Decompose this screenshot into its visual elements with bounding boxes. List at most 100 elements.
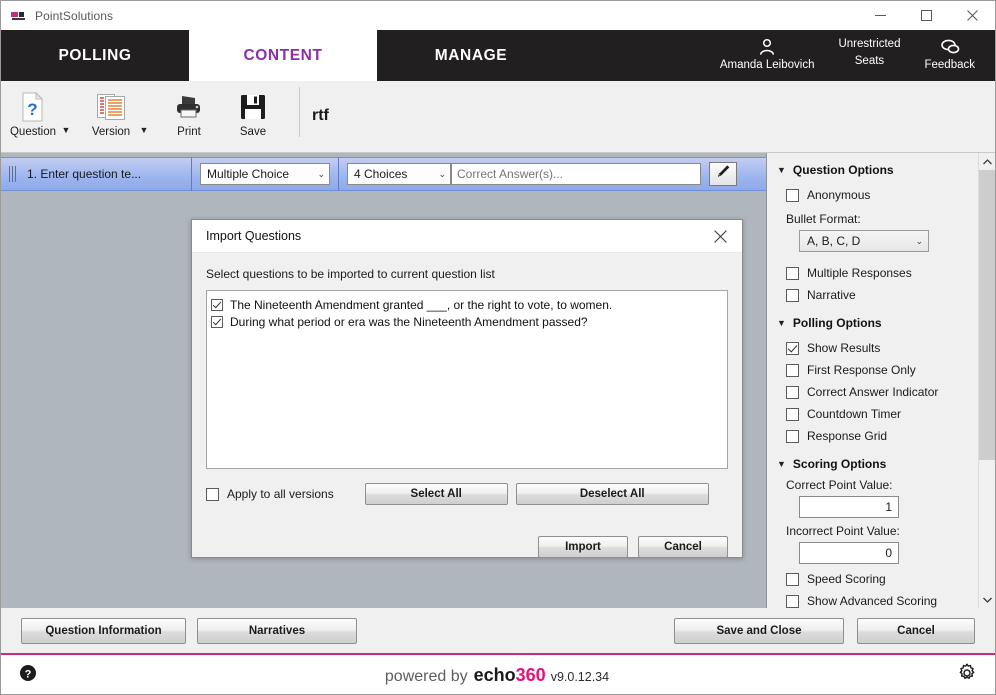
dialog-cancel-button[interactable]: Cancel (638, 536, 728, 558)
dialog-body: Select questions to be imported to curre… (192, 253, 742, 558)
drag-handle-icon[interactable] (1, 166, 23, 182)
option-narrative[interactable]: Narrative (777, 284, 977, 306)
question-type-select[interactable]: Multiple Choice ⌄ (200, 163, 330, 185)
option-correct-answer-indicator[interactable]: Correct Answer Indicator (777, 381, 977, 403)
version-button[interactable]: Version (79, 81, 143, 143)
ribbon-group-question: ? Question ▼ (1, 81, 79, 153)
correct-point-value-input[interactable]: 1 (799, 496, 899, 518)
checkbox-show-advanced-scoring[interactable] (786, 595, 799, 608)
bullet-format-select[interactable]: A, B, C, D ⌄ (799, 230, 929, 252)
option-label: Correct Answer Indicator (807, 385, 938, 399)
group-header-question-options[interactable]: ▼ Question Options (777, 163, 977, 177)
list-item[interactable]: During what period or era was the Ninete… (211, 313, 723, 330)
choices-count-select[interactable]: 4 Choices ⌄ (347, 163, 451, 185)
option-speed-scoring[interactable]: Speed Scoring (777, 568, 977, 590)
feedback-button[interactable]: Feedback (912, 30, 987, 72)
seats-indicator[interactable]: Unrestricted Seats (826, 30, 912, 70)
option-response-grid[interactable]: Response Grid (777, 425, 977, 447)
title-bar: PointSolutions (1, 1, 995, 30)
checkbox-import-question-2[interactable] (211, 316, 223, 328)
close-button[interactable] (949, 1, 995, 30)
chevron-down-icon: ⌄ (309, 169, 325, 180)
gear-icon[interactable] (957, 663, 977, 688)
deselect-all-button[interactable]: Deselect All (516, 483, 709, 505)
import-questions-dialog: Import Questions Select questions to be … (191, 219, 743, 558)
option-label: Speed Scoring (807, 572, 886, 586)
save-and-close-button[interactable]: Save and Close (674, 618, 844, 644)
feedback-bubbles-icon (940, 35, 960, 58)
save-button-label: Save (240, 125, 266, 139)
pointsolutions-logo-icon (11, 8, 27, 24)
triangle-down-icon: ▼ (777, 165, 786, 175)
checkbox-speed-scoring[interactable] (786, 573, 799, 586)
tab-manage[interactable]: MANAGE (377, 30, 565, 81)
version-button-label: Version (92, 125, 130, 139)
option-label: Anonymous (807, 188, 870, 202)
narratives-button[interactable]: Narratives (197, 618, 357, 644)
scroll-down-button[interactable] (979, 591, 995, 608)
choices-count-value: 4 Choices (354, 167, 407, 181)
option-label: First Response Only (807, 363, 916, 377)
tab-polling[interactable]: POLLING (1, 30, 189, 81)
question-document-icon: ? (20, 89, 46, 125)
select-all-button[interactable]: Select All (365, 483, 508, 505)
question-dropdown-caret-icon[interactable]: ▼ (59, 125, 73, 135)
apply-to-all-versions-label: Apply to all versions (227, 487, 334, 501)
question-information-button[interactable]: Question Information (21, 618, 186, 644)
dialog-close-button[interactable] (698, 220, 742, 253)
checkbox-correct-answer-indicator[interactable] (786, 386, 799, 399)
group-header-polling-options[interactable]: ▼ Polling Options (777, 316, 977, 330)
correct-answer-input[interactable] (451, 163, 701, 185)
printer-icon (173, 89, 205, 125)
scroll-up-button[interactable] (979, 153, 995, 170)
option-countdown-timer[interactable]: Countdown Timer (777, 403, 977, 425)
option-anonymous[interactable]: Anonymous (777, 184, 977, 206)
checkbox-import-question-1[interactable] (211, 299, 223, 311)
apply-to-all-versions-option[interactable]: Apply to all versions (206, 487, 334, 501)
seats-line2: Seats (855, 53, 884, 70)
ribbon-separator (299, 87, 300, 137)
question-title: 1. Enter question te... (23, 167, 191, 181)
option-label: Narrative (807, 288, 856, 302)
option-show-results[interactable]: Show Results (777, 337, 977, 359)
question-checklist[interactable]: The Nineteenth Amendment granted ___, or… (206, 290, 728, 469)
option-label: Show Advanced Scoring (807, 594, 937, 608)
checkbox-apply-to-all-versions[interactable] (206, 488, 219, 501)
triangle-down-icon: ▼ (777, 318, 786, 328)
edit-question-button[interactable] (709, 162, 737, 186)
checkbox-narrative[interactable] (786, 289, 799, 302)
group-title-label: Question Options (793, 163, 894, 177)
checkbox-anonymous[interactable] (786, 189, 799, 202)
scrollbar-thumb[interactable] (979, 170, 995, 460)
help-question-icon[interactable]: ? (19, 664, 37, 687)
ribbon-toolbar: ? Question ▼ (1, 81, 995, 153)
minimize-button[interactable] (857, 1, 903, 30)
option-show-advanced-scoring[interactable]: Show Advanced Scoring (777, 590, 977, 608)
save-button[interactable]: Save (221, 81, 285, 143)
checkbox-show-results[interactable] (786, 342, 799, 355)
options-panel-content: ▼ Question Options Anonymous Bullet Form… (768, 153, 977, 608)
list-item[interactable]: The Nineteenth Amendment granted ___, or… (211, 296, 723, 313)
bottom-action-bar: Question Information Narratives Save and… (1, 608, 995, 655)
option-first-response-only[interactable]: First Response Only (777, 359, 977, 381)
print-button[interactable]: Print (157, 81, 221, 143)
group-header-scoring-options[interactable]: ▼ Scoring Options (777, 457, 977, 471)
question-row[interactable]: 1. Enter question te... Multiple Choice … (1, 157, 767, 191)
dialog-title-bar: Import Questions (192, 220, 742, 253)
checkbox-countdown-timer[interactable] (786, 408, 799, 421)
incorrect-point-value-input[interactable]: 0 (799, 542, 899, 564)
question-button[interactable]: ? Question (1, 81, 65, 143)
checkbox-response-grid[interactable] (786, 430, 799, 443)
import-button[interactable]: Import (538, 536, 628, 558)
checkbox-first-response-only[interactable] (786, 364, 799, 377)
option-multiple-responses[interactable]: Multiple Responses (777, 262, 977, 284)
user-account-button[interactable]: Amanda Leibovich (708, 30, 827, 72)
cancel-button[interactable]: Cancel (857, 618, 975, 644)
maximize-button[interactable] (903, 1, 949, 30)
checkbox-multiple-responses[interactable] (786, 267, 799, 280)
version-dropdown-caret-icon[interactable]: ▼ (137, 125, 151, 135)
tab-content[interactable]: CONTENT (189, 30, 377, 81)
options-panel-scrollbar[interactable] (978, 153, 994, 608)
print-button-label: Print (177, 125, 201, 139)
group-title-label: Polling Options (793, 316, 882, 330)
